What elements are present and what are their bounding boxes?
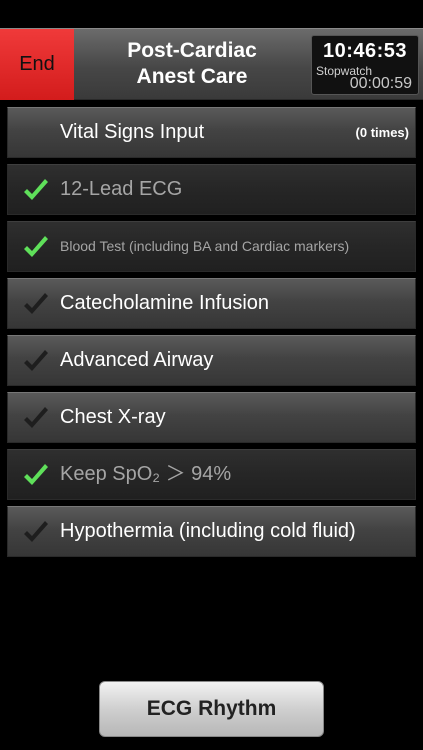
end-button[interactable]: End: [0, 29, 74, 100]
check-icon: [24, 236, 48, 257]
check-icon: [24, 521, 48, 542]
list-item-chest-xray[interactable]: Chest X-ray: [7, 392, 416, 443]
list-item-label: Keep SpO₂ ＞ 94%: [60, 463, 232, 485]
list-item-hypothermia[interactable]: Hypothermia (including cold fluid): [7, 506, 416, 557]
list-item-label: Blood Test (including BA and Cardiac mar…: [60, 238, 350, 254]
ecg-rhythm-button[interactable]: ECG Rhythm: [99, 681, 324, 737]
page-title: Post-Cardiac Anest Care: [92, 38, 292, 90]
list-item-vital-signs[interactable]: Vital Signs Input (0 times): [7, 107, 416, 158]
clock-time: 10:46:53: [322, 40, 408, 62]
check-icon: [24, 179, 48, 200]
list-item-label: 12-Lead ECG: [60, 178, 183, 200]
list-item-label: Advanced Airway: [60, 349, 214, 371]
checklist: Vital Signs Input (0 times) 12-Lead ECG …: [7, 107, 416, 563]
check-icon: [24, 350, 48, 371]
list-item-label: Hypothermia (including cold fluid): [60, 520, 356, 542]
list-item-keep-spo2[interactable]: Keep SpO₂ ＞ 94%: [7, 449, 416, 500]
header-bar: End Post-Cardiac Anest Care 10:46:53 Sto…: [0, 28, 423, 100]
list-item-label: Vital Signs Input: [60, 121, 205, 143]
list-item-label: Chest X-ray: [60, 406, 166, 428]
title-line-1: Post-Cardiac: [127, 39, 257, 62]
clock-panel: 10:46:53 Stopwatch 00:00:59: [311, 35, 419, 95]
list-item-advanced-airway[interactable]: Advanced Airway: [7, 335, 416, 386]
stopwatch-time: 00:00:59: [349, 75, 412, 92]
list-item-catecholamine[interactable]: Catecholamine Infusion: [7, 278, 416, 329]
list-item-12-lead-ecg[interactable]: 12-Lead ECG: [7, 164, 416, 215]
check-icon: [24, 464, 48, 485]
title-line-2: Anest Care: [136, 65, 248, 88]
times-count: (0 times): [355, 125, 409, 140]
check-icon: [24, 293, 48, 314]
screen: End Post-Cardiac Anest Care 10:46:53 Sto…: [0, 0, 423, 750]
list-item-blood-test[interactable]: Blood Test (including BA and Cardiac mar…: [7, 221, 416, 272]
list-item-label: Catecholamine Infusion: [60, 292, 270, 314]
check-icon: [24, 407, 48, 428]
